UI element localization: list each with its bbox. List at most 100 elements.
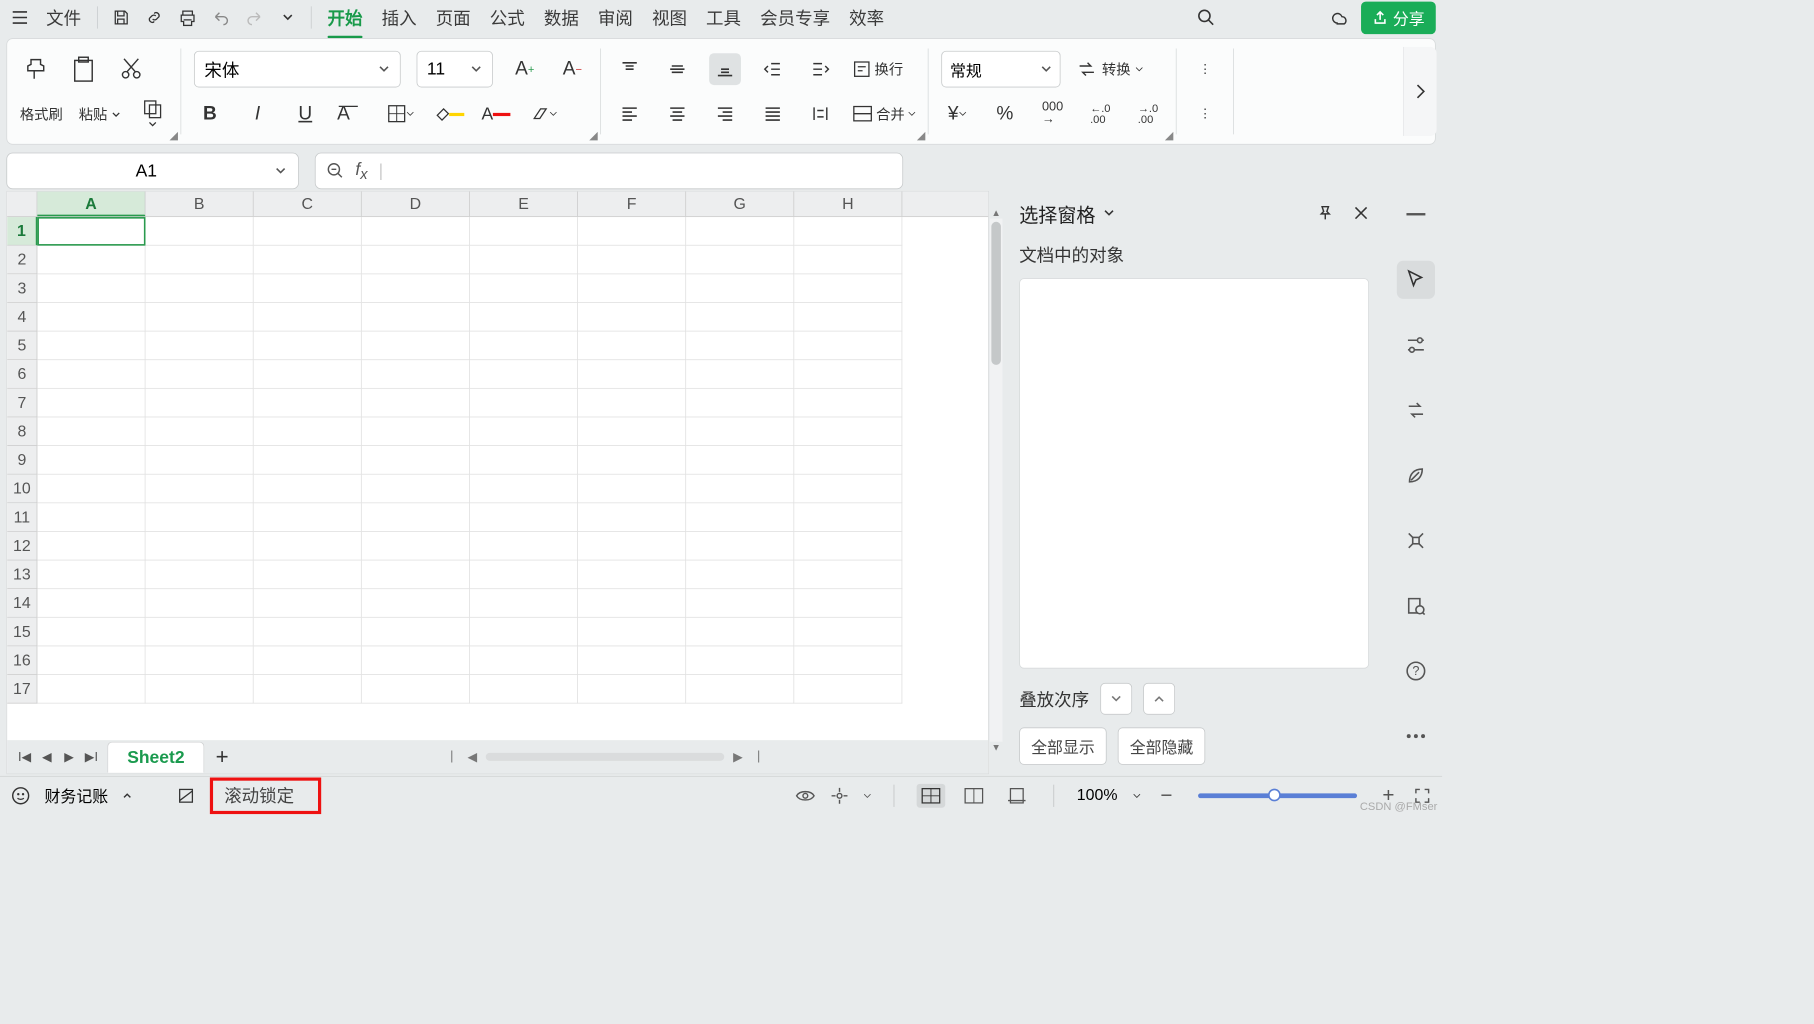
bold-button[interactable]: B [194, 98, 226, 130]
cell[interactable] [37, 332, 145, 361]
distribute-icon[interactable] [805, 98, 837, 130]
eye-icon[interactable] [795, 787, 816, 803]
zoom-knob[interactable] [1268, 788, 1281, 801]
cell[interactable] [578, 532, 686, 561]
cell[interactable] [470, 675, 578, 704]
cell[interactable] [362, 618, 470, 647]
cell[interactable] [578, 503, 686, 532]
cell[interactable] [37, 532, 145, 561]
font-color-button[interactable]: A [480, 98, 512, 130]
cell[interactable] [794, 646, 902, 675]
cell[interactable] [254, 360, 362, 389]
cell[interactable] [254, 446, 362, 475]
underline-button[interactable]: U [289, 98, 321, 130]
cell[interactable] [578, 646, 686, 675]
borders-button[interactable] [385, 98, 417, 130]
cell[interactable] [145, 446, 253, 475]
cell[interactable] [686, 475, 794, 504]
col-header[interactable]: C [254, 192, 362, 217]
cell[interactable] [37, 503, 145, 532]
cell[interactable] [470, 503, 578, 532]
merge-button[interactable]: 合并 [852, 98, 916, 130]
hide-all-button[interactable]: 全部隐藏 [1118, 727, 1205, 764]
swap-icon[interactable] [1397, 391, 1435, 429]
cell[interactable] [254, 618, 362, 647]
cell[interactable] [254, 246, 362, 275]
vertical-scrollbar[interactable]: ▲ ▼ [990, 219, 1003, 742]
formula-bar[interactable]: fx | [315, 153, 903, 190]
cell[interactable] [37, 560, 145, 589]
sheet-nav-first-icon[interactable]: I◀ [14, 746, 36, 768]
paste-icon[interactable] [68, 56, 100, 83]
cell[interactable] [686, 618, 794, 647]
cell[interactable] [145, 417, 253, 446]
ribbon-expand-button[interactable] [1403, 47, 1436, 136]
cell[interactable] [37, 618, 145, 647]
cell[interactable] [794, 503, 902, 532]
group-launcher-icon[interactable]: ◢ [917, 129, 926, 143]
sheet-nav-next-icon[interactable]: ▶ [58, 746, 80, 768]
cell[interactable] [145, 646, 253, 675]
cell[interactable] [470, 360, 578, 389]
cell[interactable] [686, 646, 794, 675]
print-icon[interactable] [174, 4, 201, 31]
page-break-view-icon[interactable] [1003, 783, 1032, 807]
increase-indent-icon[interactable] [805, 53, 837, 85]
cell[interactable] [578, 246, 686, 275]
cell[interactable] [578, 360, 686, 389]
chevron-down-icon[interactable] [1132, 791, 1142, 801]
cell[interactable] [254, 475, 362, 504]
cell[interactable] [794, 389, 902, 418]
cell[interactable] [470, 589, 578, 618]
cell[interactable] [362, 303, 470, 332]
cell[interactable] [470, 560, 578, 589]
cell[interactable] [686, 303, 794, 332]
cell[interactable] [362, 675, 470, 704]
extra-icon[interactable]: ⋮ [1189, 53, 1221, 85]
font-size-select[interactable]: 11 [417, 51, 493, 88]
cell[interactable] [686, 446, 794, 475]
decrease-indent-icon[interactable] [757, 53, 789, 85]
cell[interactable] [686, 417, 794, 446]
align-top-icon[interactable] [614, 53, 646, 85]
row-header[interactable]: 12 [7, 532, 37, 561]
cell[interactable] [254, 217, 362, 246]
cell[interactable] [578, 332, 686, 361]
align-middle-icon[interactable] [661, 53, 693, 85]
more-icon[interactable] [1397, 717, 1435, 755]
cell[interactable] [254, 675, 362, 704]
record-macro-icon[interactable] [176, 786, 195, 805]
col-header[interactable]: B [145, 192, 253, 217]
cell[interactable] [254, 389, 362, 418]
cell[interactable] [145, 303, 253, 332]
save-icon[interactable] [107, 4, 134, 31]
format-painter-label[interactable]: 格式刷 [20, 103, 63, 124]
cell[interactable] [794, 303, 902, 332]
zoom-value[interactable]: 100% [1077, 786, 1118, 804]
cell[interactable] [254, 303, 362, 332]
cell[interactable] [794, 246, 902, 275]
cell[interactable] [470, 332, 578, 361]
cell[interactable] [145, 675, 253, 704]
cell[interactable] [794, 675, 902, 704]
percent-button[interactable]: % [989, 98, 1021, 130]
cut-icon[interactable] [115, 57, 147, 81]
cell[interactable] [686, 532, 794, 561]
align-center-icon[interactable] [661, 98, 693, 130]
cell[interactable] [794, 274, 902, 303]
chevron-down-icon[interactable] [274, 4, 301, 31]
cell[interactable] [145, 246, 253, 275]
close-icon[interactable] [1353, 205, 1369, 221]
cell[interactable] [37, 446, 145, 475]
cell[interactable] [254, 417, 362, 446]
sheet-nav-prev-icon[interactable]: ◀ [36, 746, 58, 768]
cloud-icon[interactable] [1328, 4, 1355, 31]
cell[interactable] [145, 560, 253, 589]
chevron-down-icon[interactable] [864, 791, 872, 799]
tab-review[interactable]: 审阅 [592, 2, 640, 34]
col-header[interactable]: G [686, 192, 794, 217]
cell[interactable] [254, 332, 362, 361]
cell[interactable] [470, 417, 578, 446]
pin-icon[interactable] [1317, 204, 1334, 221]
tab-member[interactable]: 会员专享 [754, 2, 837, 34]
